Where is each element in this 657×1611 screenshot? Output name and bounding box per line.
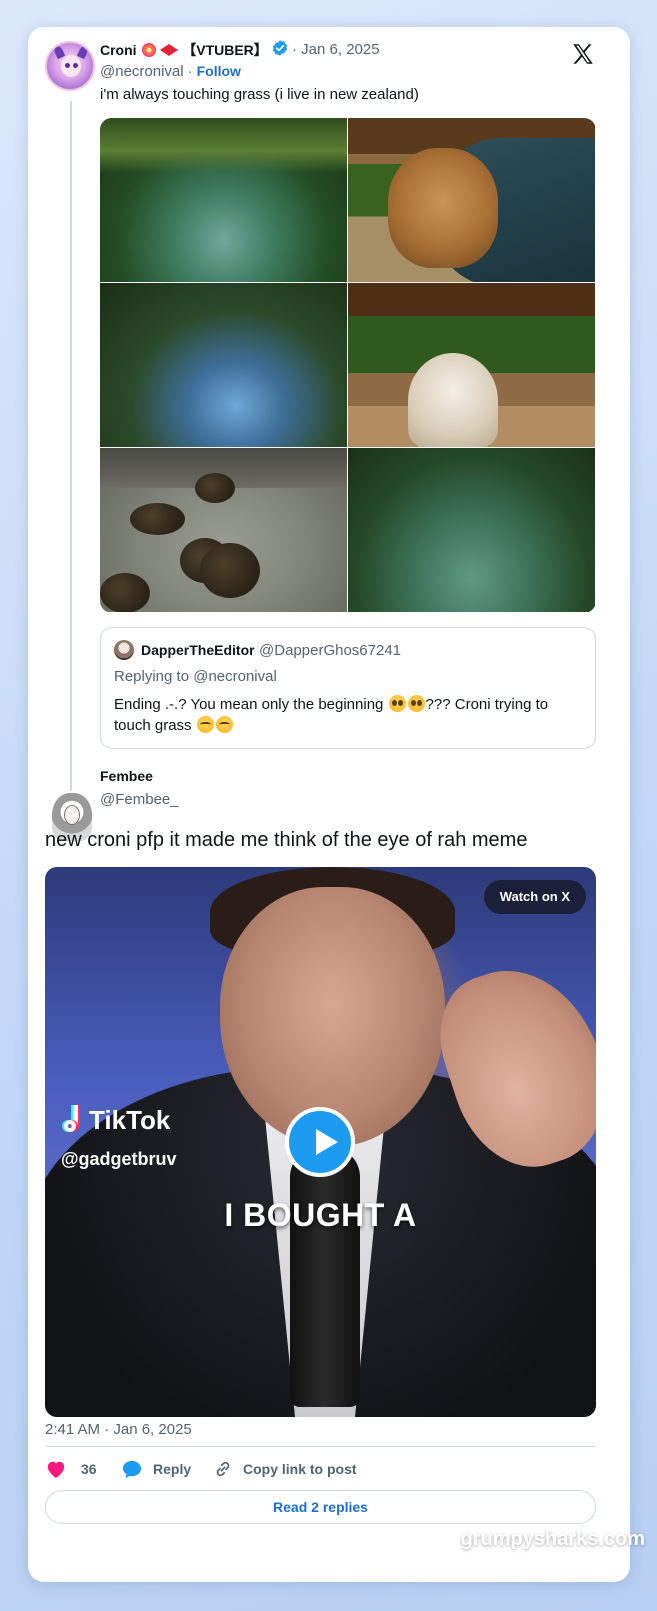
like-count: 36 <box>81 1461 97 1477</box>
like-button[interactable]: 36 <box>45 1457 97 1481</box>
tiktok-logo: TikTok <box>63 1105 170 1136</box>
video-player[interactable]: Watch on X TikTok @gadgetbruv I BOUGHT A <box>45 867 596 1417</box>
quote-text: Ending .-.? You mean only the beginning … <box>114 695 549 734</box>
thread-line <box>70 101 72 806</box>
avatar-eye <box>73 63 78 68</box>
author-handle[interactable]: @necronival · Follow <box>100 63 241 80</box>
microphone <box>290 1147 360 1407</box>
pleading-face-emoji-icon <box>407 695 425 712</box>
reply-author-name[interactable]: Fembee <box>100 768 153 784</box>
read-replies-button[interactable]: Read 2 replies <box>45 1490 596 1524</box>
divider <box>45 1446 596 1447</box>
avatar-horn <box>76 44 90 60</box>
follow-button[interactable]: Follow <box>197 63 241 79</box>
link-icon <box>216 1461 230 1477</box>
reply-icon <box>122 1460 142 1479</box>
photo-pond[interactable] <box>348 448 595 612</box>
photo-grid <box>100 118 596 613</box>
watch-on-x-button[interactable]: Watch on X <box>483 880 586 914</box>
x-logo-icon[interactable] <box>570 41 596 67</box>
tiktok-handle: @gadgetbruv <box>61 1149 177 1169</box>
photo-goat[interactable] <box>348 283 595 447</box>
pleading-face-emoji-icon <box>388 695 406 712</box>
quote-avatar <box>114 640 134 660</box>
copy-link-button[interactable]: Copy link to post <box>213 1457 357 1481</box>
reply-timestamp[interactable]: 2:41 AM · Jan 6, 2025 <box>45 1421 192 1438</box>
quote-author: DapperTheEditor @DapperGhos67241 <box>141 642 402 659</box>
verified-badge-icon <box>272 40 288 56</box>
photo-lion-cub[interactable] <box>348 118 595 282</box>
watermark: grumpysharks.com <box>460 1528 645 1550</box>
photo-lake[interactable] <box>100 118 347 282</box>
avatar-eye <box>65 63 70 68</box>
tiktok-note-icon <box>63 1105 85 1133</box>
relieved-face-emoji-icon <box>215 716 233 733</box>
reply-label: Reply <box>153 1461 192 1477</box>
heart-icon <box>47 1461 65 1479</box>
reply-author-handle[interactable]: @Fembee_ <box>100 791 179 808</box>
avatar-face <box>61 55 81 77</box>
tweet-date[interactable]: · Jan 6, 2025 <box>292 41 380 58</box>
quote-replying-to: Replying to @necronival <box>114 668 277 685</box>
reply-text: new croni pfp it made me think of the ey… <box>45 829 528 851</box>
video-caption: I BOUGHT A <box>224 1197 417 1233</box>
avatar[interactable] <box>45 41 95 91</box>
reply-button[interactable]: Reply <box>121 1457 191 1481</box>
ribbon-emoji-icon <box>160 43 179 57</box>
photo-ducklings[interactable] <box>100 448 347 612</box>
copy-link-label: Copy link to post <box>243 1461 357 1477</box>
relieved-face-emoji-icon <box>196 716 214 733</box>
tweet-text: i'm always touching grass (i live in new… <box>100 86 419 103</box>
lollipop-emoji-icon <box>142 43 157 57</box>
quoted-reply[interactable]: DapperTheEditor @DapperGhos67241 Replyin… <box>100 627 596 749</box>
tweet-card: Croni 【VTUBER】 · Jan 6, 2025 @necronival… <box>28 27 630 1582</box>
play-icon[interactable] <box>285 1107 355 1177</box>
photo-blue-pool[interactable] <box>100 283 347 447</box>
author-name[interactable]: Croni 【VTUBER】 <box>100 40 268 60</box>
